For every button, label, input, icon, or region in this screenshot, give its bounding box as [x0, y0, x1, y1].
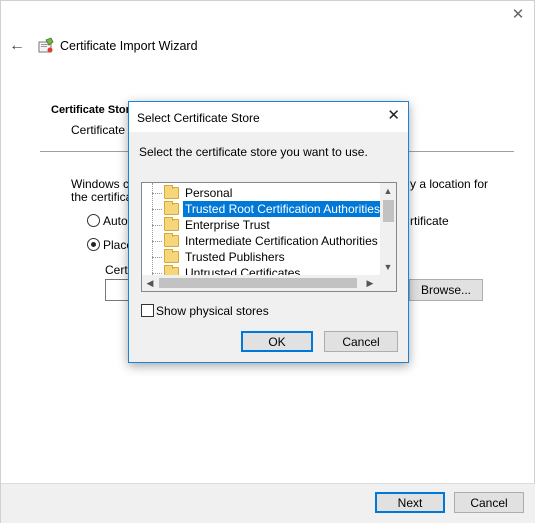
page-subtitle: Certificate s: [71, 123, 129, 137]
close-icon[interactable]: ✕: [510, 7, 526, 23]
cancel-button[interactable]: Cancel: [454, 492, 524, 513]
tree-item-label: Trusted Publishers: [185, 250, 285, 264]
auto-select-store-label-tail: rtificate: [410, 214, 449, 228]
description-text-right: y a location for: [410, 177, 489, 191]
tree-item-label: Intermediate Certification Authorities: [185, 234, 378, 248]
folder-icon: [164, 249, 179, 263]
dialog-cancel-button[interactable]: Cancel: [324, 331, 398, 352]
horizontal-scroll-thumb[interactable]: [159, 278, 357, 288]
description-text-left: Windows ca: [71, 177, 129, 191]
tree-item-label: Trusted Root Certification Authorities: [183, 201, 382, 217]
scroll-down-icon[interactable]: ▼: [383, 262, 393, 272]
place-in-store-label: Place: [103, 238, 129, 252]
folder-icon: [164, 185, 179, 199]
folder-icon: [164, 217, 179, 231]
tree-item[interactable]: Trusted Publishers: [142, 249, 381, 265]
dialog-prompt: Select the certificate store you want to…: [139, 145, 368, 159]
folder-icon: [164, 201, 179, 215]
tree-item-label: Enterprise Trust: [185, 218, 270, 232]
browse-button[interactable]: Browse...: [409, 279, 483, 301]
dialog-title: Select Certificate Store: [137, 111, 260, 125]
page-title: Certificate Store: [51, 104, 129, 116]
dialog-titlebar: Select Certificate Store ✕: [129, 102, 408, 132]
select-certificate-store-dialog: Select Certificate Store ✕ Select the ce…: [128, 101, 409, 363]
auto-select-store-radio[interactable]: [87, 214, 100, 227]
show-physical-stores-label: Show physical stores: [156, 304, 269, 318]
horizontal-scrollbar[interactable]: ◀ ▶: [142, 275, 381, 291]
tree-item[interactable]: Trusted Root Certification Authorities: [142, 201, 382, 217]
description-text-line2: the certifica: [71, 190, 129, 204]
scrollbar-corner: [379, 274, 396, 291]
show-physical-stores-checkbox[interactable]: [141, 304, 154, 317]
certificate-store-label: Certi: [105, 263, 129, 277]
tree-item[interactable]: Enterprise Trust: [142, 217, 381, 233]
place-in-store-radio[interactable]: [87, 238, 100, 251]
scroll-up-icon[interactable]: ▲: [383, 186, 393, 196]
tree-item[interactable]: Personal: [142, 185, 381, 201]
tree-item-label: Personal: [185, 186, 233, 200]
auto-select-store-label: Autor: [103, 214, 129, 228]
vertical-scroll-thumb[interactable]: [383, 200, 394, 222]
next-button[interactable]: Next: [375, 492, 445, 513]
folder-icon: [164, 233, 179, 247]
certificate-icon: [38, 37, 54, 53]
scroll-left-icon[interactable]: ◀: [145, 278, 155, 288]
wizard-title: Certificate Import Wizard: [60, 39, 198, 53]
vertical-scrollbar[interactable]: ▲ ▼: [380, 183, 396, 276]
certificate-store-tree[interactable]: Personal Trusted Root Certification Auth…: [141, 182, 397, 292]
back-arrow-icon[interactable]: ←: [9, 38, 25, 54]
tree-item[interactable]: Intermediate Certification Authorities: [142, 233, 381, 249]
scroll-right-icon[interactable]: ▶: [365, 278, 375, 288]
ok-button[interactable]: OK: [241, 331, 313, 352]
close-icon[interactable]: ✕: [387, 108, 400, 124]
